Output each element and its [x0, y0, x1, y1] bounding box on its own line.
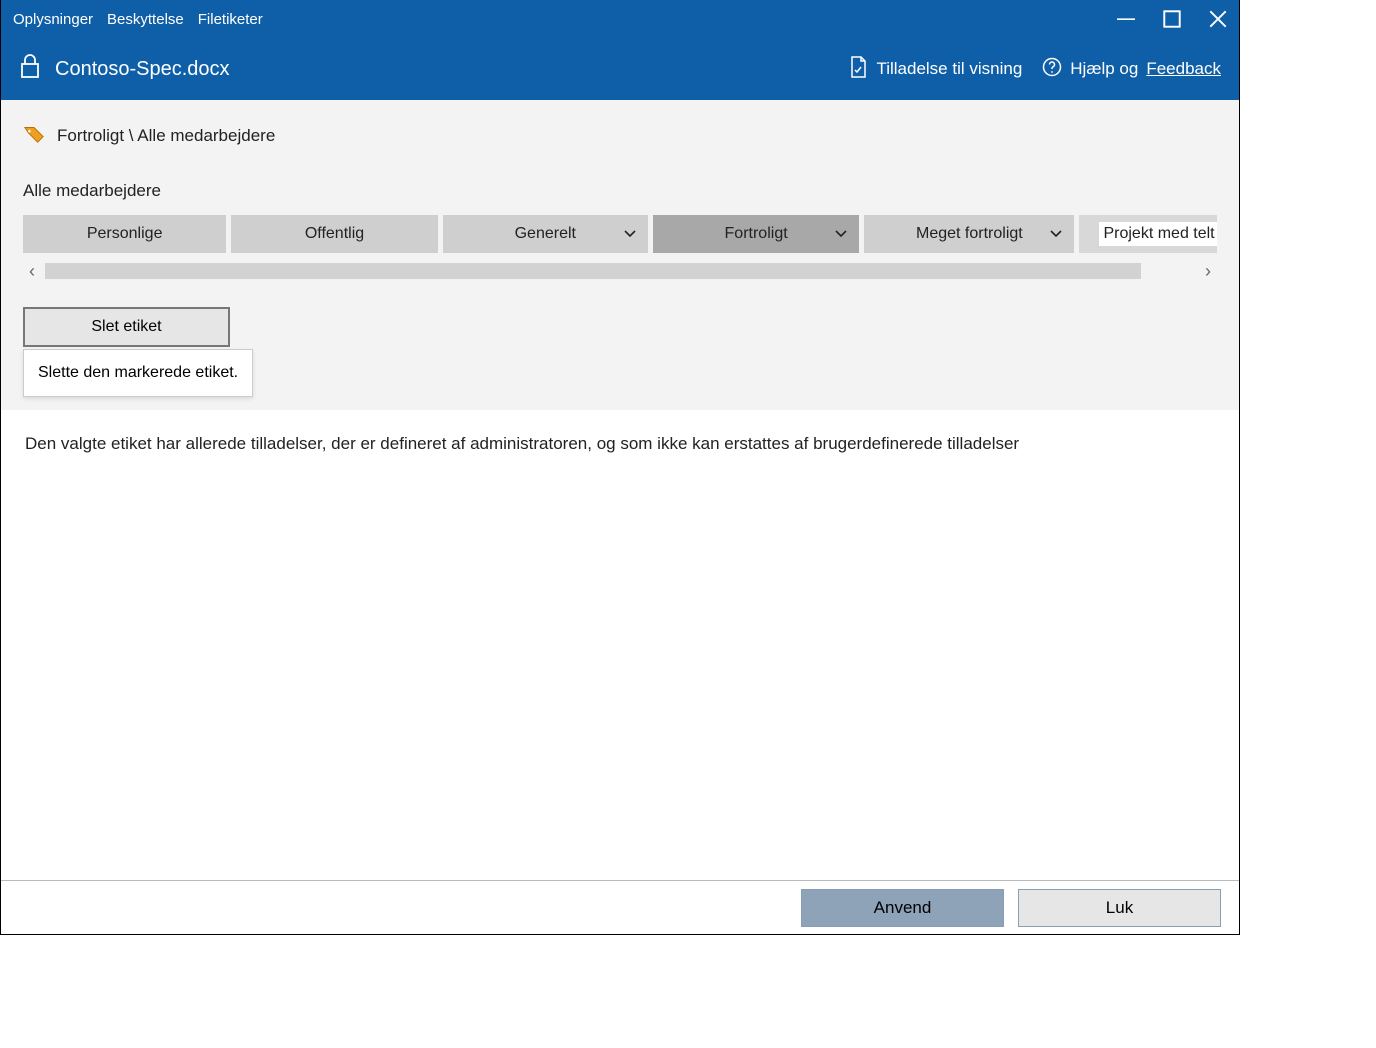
label-scroll-row: ‹ › [23, 261, 1217, 281]
delete-wrap: Slet etiket Slette den markerede etiket. [23, 307, 230, 347]
apply-button[interactable]: Anvend [801, 889, 1004, 927]
chevron-down-icon [835, 225, 847, 243]
window-controls [1117, 10, 1227, 28]
scroll-right-icon[interactable]: › [1199, 261, 1217, 281]
label-general-text: Generelt [443, 225, 648, 243]
breadcrumb-text: Fortroligt \ Alle medarbejdere [57, 126, 275, 146]
footer: Anvend Luk [1, 880, 1239, 934]
label-personal[interactable]: Personlige [23, 215, 226, 253]
label-public[interactable]: Offentlig [231, 215, 437, 253]
menu-items: Oplysninger Beskyttelse Filetiketer [13, 11, 263, 28]
label-highly-confidential-text: Meget fortroligt [864, 225, 1074, 243]
menu-info[interactable]: Oplysninger [13, 11, 93, 28]
close-icon[interactable] [1209, 10, 1227, 28]
tag-icon [23, 122, 45, 149]
header-right: Tilladelse til visning Hjælp og Feedback [848, 56, 1221, 83]
label-general[interactable]: Generelt [443, 215, 648, 253]
maximize-icon[interactable] [1163, 10, 1181, 28]
minimize-icon[interactable] [1117, 10, 1135, 28]
label-personal-text: Personlige [23, 225, 226, 243]
close-button[interactable]: Luk [1018, 889, 1221, 927]
breadcrumb-row: Fortroligt \ Alle medarbejdere [23, 122, 1217, 149]
label-confidential[interactable]: Fortroligt [653, 215, 859, 253]
help-icon [1042, 57, 1062, 82]
permission-link-label: Tilladelse til visning [876, 59, 1022, 79]
label-highly-confidential[interactable]: Meget fortroligt [864, 215, 1074, 253]
help-and-label: Hjælp og [1070, 59, 1138, 79]
scroll-left-icon[interactable]: ‹ [23, 261, 41, 281]
label-public-text: Offentlig [231, 225, 437, 243]
description-area: Den valgte etiket har allerede tilladels… [1, 410, 1239, 454]
doc-title-wrap: Contoso-Spec.docx [19, 54, 230, 85]
content-area: Fortroligt \ Alle medarbejdere Alle meda… [1, 100, 1239, 410]
header-bar: Contoso-Spec.docx Tilladelse til visning… [1, 38, 1239, 100]
label-confidential-text: Fortroligt [653, 225, 859, 243]
chevron-down-icon [1050, 225, 1062, 243]
scroll-track[interactable] [45, 263, 1141, 279]
permission-link[interactable]: Tilladelse til visning [848, 56, 1022, 83]
menu-protection[interactable]: Beskyttelse [107, 11, 184, 28]
feedback-label: Feedback [1146, 59, 1221, 79]
description-text: Den valgte etiket har allerede tilladels… [1, 410, 1239, 454]
lock-icon [19, 54, 41, 85]
label-project-tent[interactable]: Projekt med telt [1079, 215, 1217, 253]
document-permission-icon [848, 56, 868, 83]
subtitle: Alle medarbejdere [23, 181, 1217, 201]
labels-row: Personlige Offentlig Generelt Fortroligt… [23, 215, 1217, 253]
chevron-down-icon [624, 225, 636, 243]
help-feedback-link[interactable]: Hjælp og Feedback [1042, 57, 1221, 82]
document-title: Contoso-Spec.docx [55, 58, 230, 81]
delete-label-button[interactable]: Slet etiket [23, 307, 230, 347]
menu-filelabels[interactable]: Filetiketer [198, 11, 263, 28]
delete-tooltip: Slette den markerede etiket. [23, 349, 253, 397]
label-project-tent-text: Projekt med telt [1099, 222, 1217, 246]
titlebar: Oplysninger Beskyttelse Filetiketer [1, 0, 1239, 38]
